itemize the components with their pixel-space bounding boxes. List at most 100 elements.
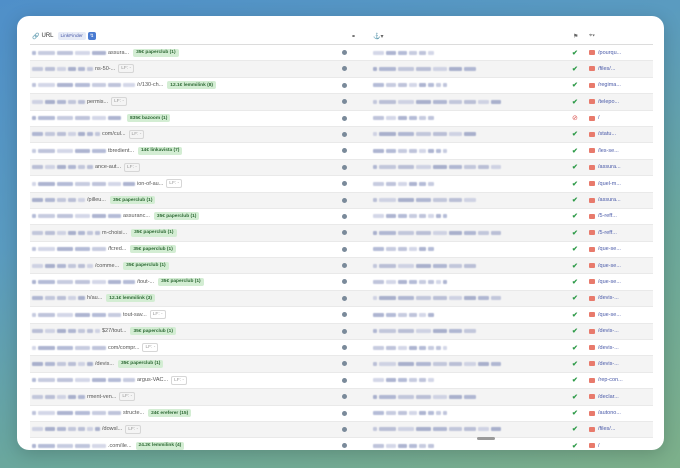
target-path[interactable]: /files/...	[589, 61, 615, 76]
target-path[interactable]: /declar...	[589, 389, 619, 404]
url-cell[interactable]: ion-of-au... LF: -	[32, 176, 347, 191]
linkfinder-chip[interactable]: LF: -	[171, 375, 187, 385]
url-cell[interactable]: ns-50-... LF: -	[32, 61, 347, 76]
target-path[interactable]: /quel-m...	[589, 176, 621, 191]
url-cell[interactable]: m-choisi... 35€ paperclub (1)	[32, 225, 347, 240]
table-row[interactable]: tout-sav... LF: - ✔ /que-se...	[30, 307, 653, 324]
target-path[interactable]: /que-se...	[589, 307, 621, 322]
table-row[interactable]: assuranc... 35€ paperclub (1) ✔ /5-reff..…	[30, 209, 653, 226]
target-path[interactable]: /	[589, 111, 600, 126]
target-path[interactable]: /autono...	[589, 406, 621, 421]
table-row[interactable]: /fcred... 35€ paperclub (1) ✔ /que-se...	[30, 242, 653, 259]
target-path[interactable]: /que-se...	[589, 258, 621, 273]
price-badge[interactable]: 35€ paperclub (1)	[123, 261, 169, 270]
url-cell[interactable]: rment-ven... LF: -	[32, 389, 347, 404]
target-path[interactable]: /devis-...	[589, 340, 619, 355]
linkfinder-toggle-button[interactable]: ↯	[87, 32, 96, 40]
target-path[interactable]: /regima...	[589, 78, 621, 93]
url-cell[interactable]: structe... 24€ ereferer (15)	[32, 406, 347, 421]
url-cell[interactable]: tbredient... 14€ linkavista (7)	[32, 143, 347, 158]
table-row[interactable]: /comme... 35€ paperclub (1) ✔ /que-se...	[30, 258, 653, 275]
linkfinder-button[interactable]: LinkFinder	[57, 32, 86, 40]
target-path[interactable]: /	[589, 438, 600, 450]
table-row[interactable]: /devis... 35€ paperclub (1) ✔ /devis-...	[30, 356, 653, 373]
price-badge[interactable]: 35€ paperclub (1)	[117, 359, 164, 368]
target-path[interactable]: /devis-...	[589, 356, 619, 371]
price-badge[interactable]: 35€ paperclub (1)	[133, 48, 179, 57]
url-cell[interactable]: com/cul... LF: -	[32, 127, 347, 142]
price-badge[interactable]: 12.1€ lemmilink (8)	[167, 81, 216, 90]
url-column-header[interactable]: 🔗 URL LinkFinder ↯	[32, 28, 96, 44]
price-badge[interactable]: 35€ paperclub (1)	[130, 327, 176, 336]
url-cell[interactable]: /fcred... 35€ paperclub (1)	[32, 242, 347, 257]
url-cell[interactable]: /r/130-ch... 12.1€ lemmilink (8)	[32, 78, 347, 93]
url-cell[interactable]: /comme... 35€ paperclub (1)	[32, 258, 347, 273]
linkfinder-chip[interactable]: LF: -	[125, 424, 142, 434]
url-cell[interactable]: .com/ile... 24.2€ lemmilink (4)	[32, 438, 347, 450]
table-row[interactable]: 835€ bazoom (1) ⊘ /	[30, 111, 653, 127]
target-path[interactable]: /devis-...	[589, 291, 619, 306]
target-icon[interactable]: ⌖▾	[589, 28, 595, 44]
price-badge[interactable]: 14€ linkavista (7)	[138, 146, 183, 155]
table-row[interactable]: assura... 35€ paperclub (1) ✔ /pourqu...	[30, 45, 653, 62]
horizontal-scrollbar[interactable]	[477, 437, 495, 440]
target-path[interactable]: /rep-con...	[589, 373, 623, 388]
linkfinder-chip[interactable]: LF: -	[119, 392, 136, 402]
table-row[interactable]: ion-of-au... LF: - ✔ /quel-m...	[30, 176, 653, 193]
target-path[interactable]: /pourqu...	[589, 45, 621, 60]
table-row[interactable]: m-choisi... 35€ paperclub (1) ✔ /5-reff..…	[30, 225, 653, 242]
target-path[interactable]: /statu...	[589, 127, 616, 142]
target-path[interactable]: /5-reff...	[589, 225, 617, 240]
target-path[interactable]: /que-se...	[589, 274, 621, 289]
table-row[interactable]: argus-VAC... LF: - ✔ /rep-con...	[30, 373, 653, 390]
table-row[interactable]: ns-50-... LF: - ✔ /files/...	[30, 61, 653, 78]
table-row[interactable]: com/cul... LF: - ✔ /statu...	[30, 126, 653, 144]
table-row[interactable]: h/au... 12.1€ lemmilink (3) ✔ /devis-...	[30, 290, 653, 308]
price-badge[interactable]: 35€ paperclub (1)	[130, 245, 176, 254]
linkfinder-chip[interactable]: LF: -	[111, 97, 127, 107]
target-path[interactable]: /telepo...	[589, 94, 619, 109]
table-row[interactable]: /dowsl... LF: - ✔ /files/...	[30, 421, 653, 439]
table-row[interactable]: rment-ven... LF: - ✔ /declar...	[30, 389, 653, 406]
linkfinder-chip[interactable]: LF: -	[142, 343, 159, 353]
table-row[interactable]: .com/ile... 24.2€ lemmilink (4) ✔ /	[30, 438, 653, 450]
price-badge[interactable]: 835€ bazoom (1)	[127, 114, 171, 123]
url-cell[interactable]: 835€ bazoom (1)	[32, 111, 347, 126]
linkfinder-chip[interactable]: LF: -	[128, 129, 145, 139]
linkfinder-chip[interactable]: LF: -	[149, 310, 166, 320]
url-cell[interactable]: argus-VAC... LF: -	[32, 373, 347, 388]
target-path[interactable]: /que-se...	[589, 242, 621, 257]
target-path[interactable]: /files/...	[589, 422, 615, 437]
url-cell[interactable]: permis... LF: -	[32, 94, 347, 109]
url-cell[interactable]: $27/tout... 35€ paperclub (1)	[32, 324, 347, 339]
table-row[interactable]: structe... 24€ ereferer (15) ✔ /autono...	[30, 406, 653, 422]
linkfinder-chip[interactable]: LF: -	[118, 64, 135, 74]
target-path[interactable]: /les-se...	[589, 143, 619, 158]
price-badge[interactable]: 35€ paperclub (1)	[153, 212, 200, 221]
url-cell[interactable]: tout-sav... LF: -	[32, 307, 347, 322]
table-row[interactable]: $27/tout... 35€ paperclub (1) ✔ /devis-..…	[30, 323, 653, 341]
target-path[interactable]: /5-reff...	[589, 209, 617, 224]
price-badge[interactable]: 35€ paperclub (1)	[131, 228, 177, 237]
price-badge[interactable]: 24€ ereferer (15)	[148, 409, 192, 418]
table-row[interactable]: com/compr... LF: - ✔ /devis-...	[30, 340, 653, 357]
share-icon[interactable]: ⚭	[351, 28, 356, 44]
table-row[interactable]: /pilleu... 35€ paperclub (1) ✔ /assura...	[30, 192, 653, 209]
url-cell[interactable]: /pilleu... 35€ paperclub (1)	[32, 193, 347, 208]
target-path[interactable]: /devis-...	[589, 324, 619, 339]
target-path[interactable]: /assura...	[589, 160, 621, 175]
price-badge[interactable]: 35€ paperclub (1)	[109, 196, 156, 205]
table-row[interactable]: ance-aut... LF: - ✔ /assura...	[30, 159, 653, 177]
price-badge[interactable]: 24.2€ lemmilink (4)	[135, 441, 185, 450]
table-row[interactable]: /tout-... 35€ paperclub (1) ✔ /que-se...	[30, 274, 653, 291]
linkfinder-chip[interactable]: LF: -	[124, 162, 140, 172]
url-cell[interactable]: assuranc... 35€ paperclub (1)	[32, 209, 347, 224]
price-badge[interactable]: 12.1€ lemmilink (3)	[106, 294, 155, 303]
target-path[interactable]: /assura...	[589, 193, 621, 208]
table-row[interactable]: permis... LF: - ✔ /telepo...	[30, 94, 653, 111]
table-row[interactable]: tbredient... 14€ linkavista (7) ✔ /les-se…	[30, 143, 653, 160]
table-row[interactable]: /r/130-ch... 12.1€ lemmilink (8) ✔ /regim…	[30, 78, 653, 95]
url-cell[interactable]: com/compr... LF: -	[32, 340, 347, 355]
url-cell[interactable]: /dowsl... LF: -	[32, 422, 347, 437]
price-badge[interactable]: 35€ paperclub (1)	[158, 277, 204, 286]
